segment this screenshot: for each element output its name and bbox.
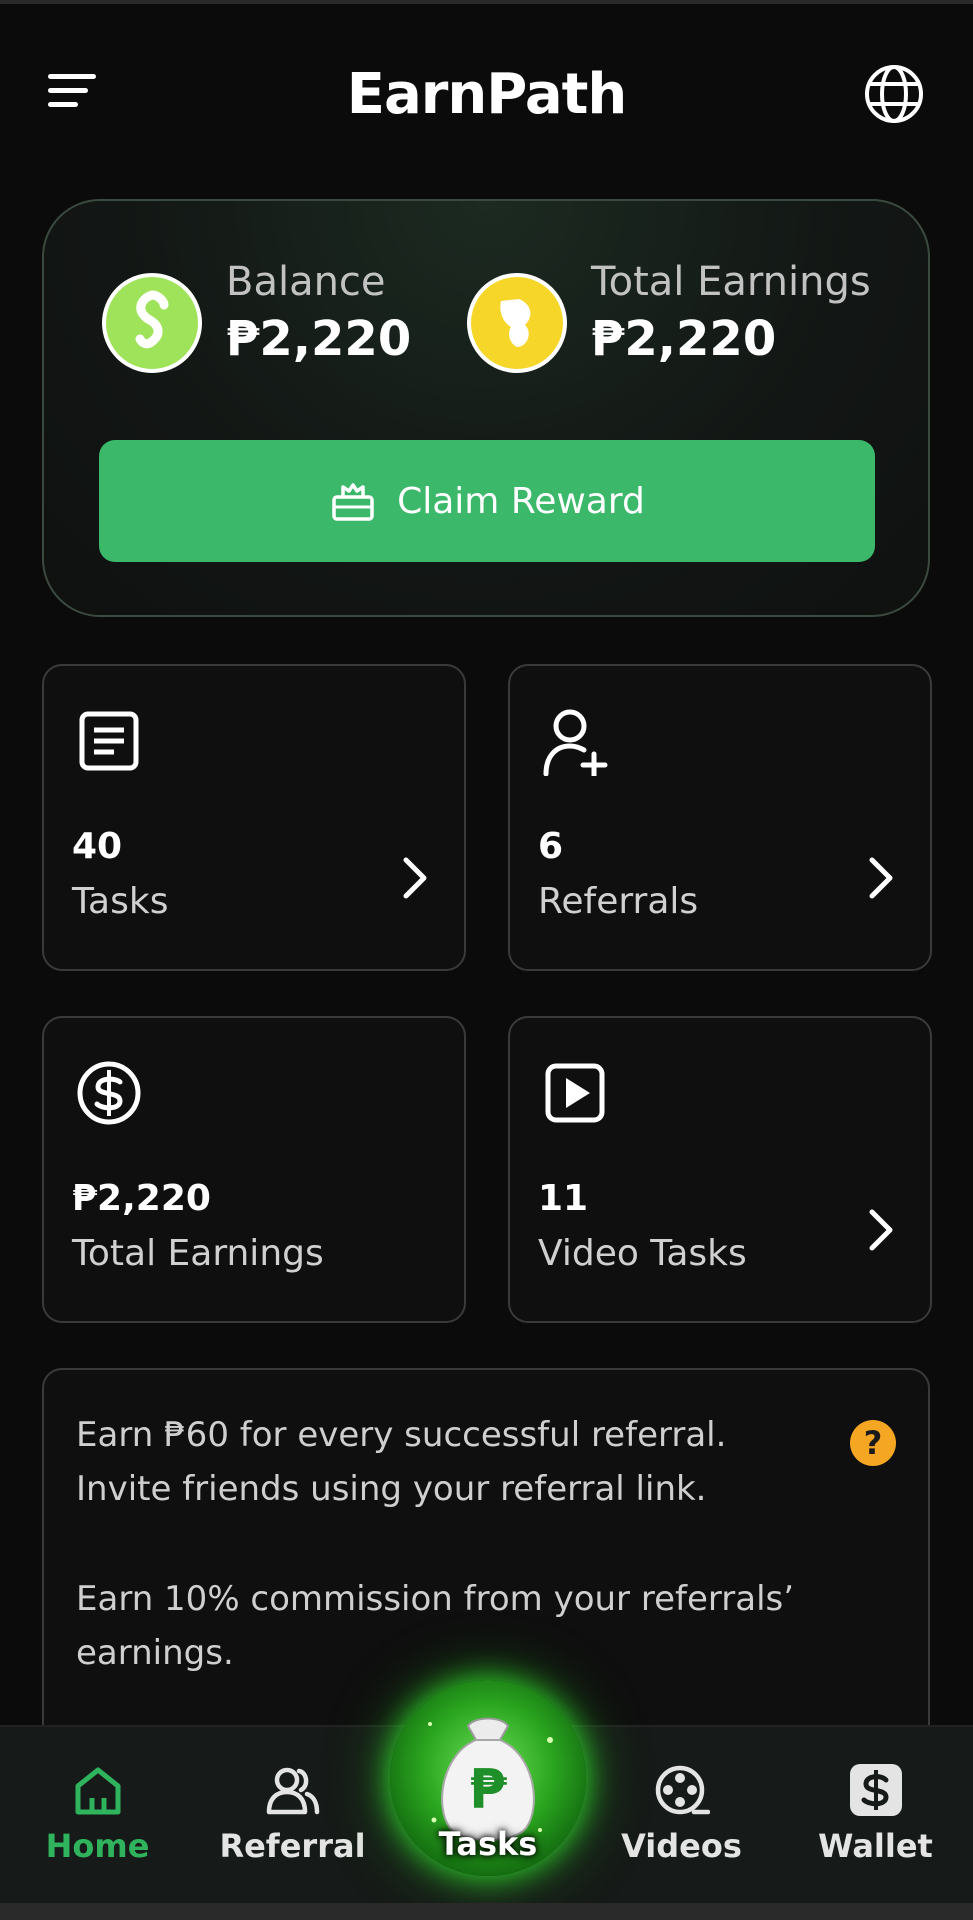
- video-tasks-tile[interactable]: 11 Video Tasks: [508, 1016, 932, 1323]
- total-earnings-label: Total Earnings: [591, 259, 871, 305]
- tasks-count: 40: [72, 826, 123, 867]
- play-icon: [545, 1063, 605, 1123]
- nav-home[interactable]: Home: [0, 1727, 195, 1907]
- claim-reward-button[interactable]: Claim Reward: [99, 440, 875, 562]
- tasks-label: Tasks: [72, 881, 169, 922]
- total-earnings-tile-label: Total Earnings: [72, 1233, 324, 1274]
- help-icon[interactable]: ?: [850, 1420, 896, 1466]
- dollar-circle-icon: [77, 1061, 141, 1125]
- globe-icon[interactable]: [862, 62, 926, 126]
- nav-referral-label: Referral: [219, 1827, 366, 1865]
- nav-home-label: Home: [45, 1827, 150, 1865]
- svg-text:₱: ₱: [469, 1758, 507, 1821]
- total-earnings-value: ₱2,220: [591, 311, 777, 367]
- document-icon: [79, 711, 139, 771]
- balance-card: Balance ₱2,220 Total Earnings ₱2,220 Cla…: [42, 199, 930, 617]
- chevron-right-icon: [403, 857, 427, 899]
- balance-label: Balance: [226, 259, 386, 305]
- balance-value: ₱2,220: [226, 311, 412, 367]
- nav-videos[interactable]: Videos: [584, 1727, 779, 1907]
- app-title: EarnPath: [346, 62, 628, 127]
- referrals-count: 6: [538, 826, 564, 867]
- video-tasks-count: 11: [538, 1178, 589, 1219]
- video-tasks-label: Video Tasks: [538, 1233, 747, 1274]
- add-user-icon: [543, 709, 608, 776]
- chevron-right-icon: [869, 857, 893, 899]
- referrals-tile[interactable]: 6 Referrals: [508, 664, 932, 971]
- claim-reward-label: Claim Reward: [397, 480, 645, 522]
- total-earnings-tile: ₱2,220 Total Earnings: [42, 1016, 466, 1323]
- chevron-right-icon: [869, 1209, 893, 1251]
- film-reel-icon: [655, 1765, 710, 1815]
- balance-coin-icon: [102, 273, 202, 373]
- nav-referral[interactable]: Referral: [195, 1727, 390, 1907]
- app-header: EarnPath: [0, 40, 973, 145]
- nav-videos-label: Videos: [621, 1827, 742, 1865]
- info-line-2: Invite friends using your referral link.: [76, 1469, 707, 1509]
- nav-tasks-label: Tasks: [438, 1825, 538, 1863]
- nav-wallet-label: Wallet: [818, 1827, 933, 1865]
- tasks-tile[interactable]: 40 Tasks: [42, 664, 466, 971]
- system-nav-strip: [0, 1903, 973, 1920]
- home-icon: [75, 1767, 120, 1815]
- total-earnings-coin-icon: [467, 273, 567, 373]
- wallet-dollar-icon: [849, 1764, 902, 1816]
- referrals-label: Referrals: [538, 881, 699, 922]
- info-line-1: Earn ₱60 for every successful referral.: [76, 1415, 727, 1455]
- users-icon: [266, 1767, 319, 1815]
- status-bar-strip: [0, 0, 973, 4]
- info-line-3: Earn 10% commission from your referrals’: [76, 1579, 795, 1619]
- nav-wallet[interactable]: Wallet: [778, 1727, 973, 1907]
- total-earnings-amount: ₱2,220: [72, 1178, 211, 1219]
- info-line-4: earnings.: [76, 1633, 234, 1673]
- gift-icon: [332, 483, 374, 521]
